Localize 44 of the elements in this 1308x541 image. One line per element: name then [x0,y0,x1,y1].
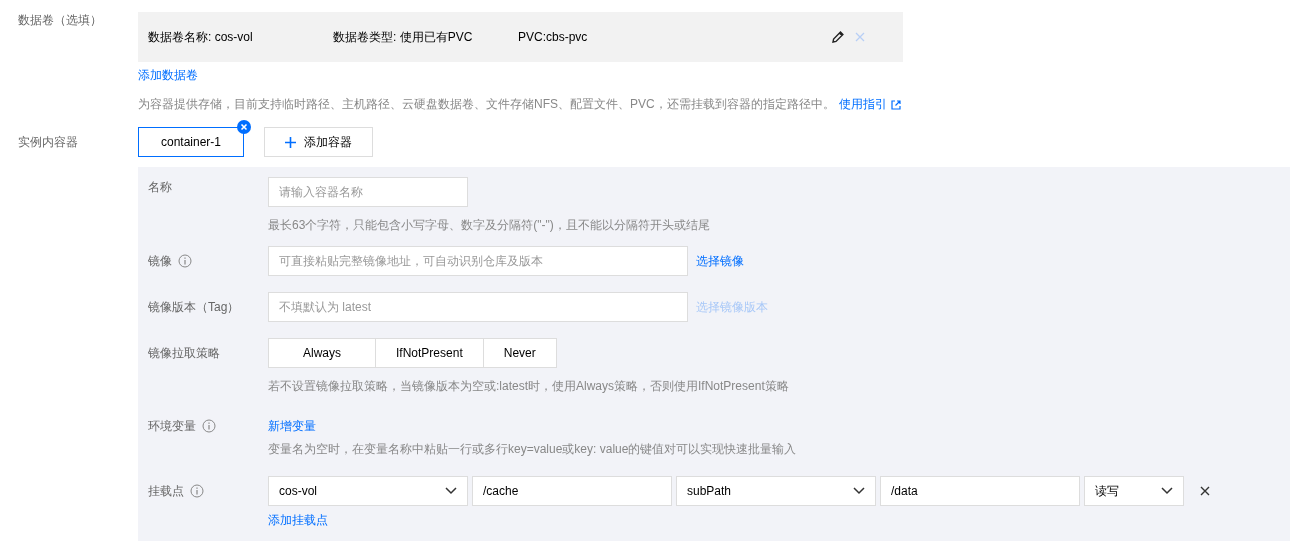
external-link-icon[interactable] [890,99,901,110]
image-field[interactable]: 可直接粘贴完整镜像地址，可自动识别仓库及版本 [268,246,688,276]
remove-icon[interactable] [237,120,252,134]
name-field[interactable]: 请输入容器名称 [268,177,468,207]
plus-icon [285,136,297,148]
name-hint: 最长63个字符，只能包含小写字母、数字及分隔符("-")，且不能以分隔符开头或结尾 [268,217,711,234]
volume-description: 为容器提供存储，目前支持临时路径、主机路径、云硬盘数据卷、文件存储NFS、配置文件、PVC，还需挂载到容器的指定路径中。 [138,96,835,113]
field-label: 镜像拉取策略 [148,344,221,362]
policy-option[interactable]: Never [482,338,557,368]
mount-path-field[interactable]: /cache [472,476,672,506]
volume-pvc: PVC:cbs-pvc [518,30,589,44]
select-link[interactable]: 选择镜像 [696,252,744,270]
info-icon [202,419,216,433]
container-tab[interactable]: container-1 [138,127,245,157]
add-mount-link[interactable]: 添加挂载点 [268,513,328,527]
edit-icon[interactable] [831,30,845,44]
add-container-button[interactable]: 添加容器 [264,127,374,157]
field-label: 数据卷（选填） [18,12,103,29]
policy-option[interactable]: Always [268,338,376,368]
access-select[interactable]: 读写 [1084,476,1184,506]
field-label: 挂载点 [148,476,268,506]
field-label: 镜像 [148,246,268,276]
add-volume-link[interactable]: 添加数据卷 [138,68,198,82]
field-label: 环境变量 [148,411,268,441]
field-label: 实例内容器 [18,133,79,151]
env-hint: 变量名为空时，在变量名称中粘贴一行或多行key=value或key: value的键值对可以实现快速批量输入 [268,441,798,458]
field-label: 名称 [148,178,173,196]
field-label: 镜像版本（Tag） [148,298,241,316]
chevron-down-icon [445,487,457,495]
volume-type: 数据卷类型: 使用已有PVC [333,28,474,46]
policy-option[interactable]: IfNotPresent [375,338,484,368]
info-icon [178,254,192,268]
chevron-down-icon [1161,487,1173,495]
sub-path-field[interactable]: /data [880,476,1080,506]
info-icon [190,484,204,498]
volume-select[interactable]: cos-vol [268,476,468,506]
close-icon[interactable] [1200,486,1210,496]
mode-select[interactable]: subPath [676,476,876,506]
add-variable-link[interactable]: 新增变量 [268,417,316,435]
tag-field[interactable]: 不填默认为 latest [268,292,688,322]
chevron-down-icon [853,487,865,495]
policy-hint: 若不设置镜像拉取策略，当镜像版本为空或:latest时，使用Always策略，否则使用IfNotPresent策略 [268,378,790,395]
volume-name: 数据卷名称: cos-vol [148,28,254,46]
guide-link[interactable]: 使用指引 [838,96,887,113]
